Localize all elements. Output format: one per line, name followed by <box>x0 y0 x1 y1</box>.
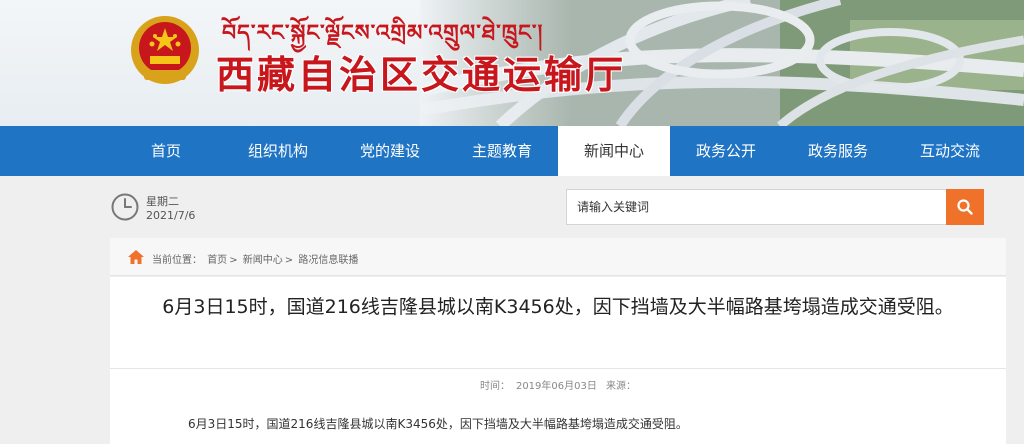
nav-item-theme-education[interactable]: 主题教育 <box>446 126 558 176</box>
site-name-tibetan: བོད་རང་སྐྱོང་ལྗོངས་འགྲིམ་འགྲུལ་ཐེ་ཁྲུང་། <box>222 20 544 46</box>
source-label: 来源： <box>606 381 637 392</box>
article: 6月3日15时，国道216线吉隆县城以南K3456处，因下挡墙及大半幅路基垮塌造… <box>110 277 1006 444</box>
main-nav: 首页 组织机构 党的建设 主题教育 新闻中心 政务公开 政务服务 互动交流 <box>0 126 1024 176</box>
nav-item-gov-services[interactable]: 政务服务 <box>782 126 894 176</box>
search-box <box>566 189 984 225</box>
site-name: 西藏自治区交通运输厅 <box>216 52 627 97</box>
publish-time-value: 2019年06月03日 <box>515 381 597 392</box>
nav-item-news-center[interactable]: 新闻中心 <box>558 126 670 176</box>
nav-item-party-building[interactable]: 党的建设 <box>334 126 446 176</box>
nav-item-gov-affairs-open[interactable]: 政务公开 <box>670 126 782 176</box>
nav-item-interaction[interactable]: 互动交流 <box>894 126 1006 176</box>
search-button[interactable] <box>946 189 984 225</box>
article-title: 6月3日15时，国道216线吉隆县城以南K3456处，因下挡墙及大半幅路基垮塌造… <box>162 296 954 318</box>
publish-time-label: 时间： <box>479 381 510 392</box>
info-bar: 星期二 2021/7/6 <box>0 176 1024 238</box>
national-emblem-logo <box>131 16 199 84</box>
breadcrumb-separator: > <box>229 255 238 266</box>
breadcrumb-link-home[interactable]: 首页 <box>207 255 227 266</box>
nav-item-organization[interactable]: 组织机构 <box>222 126 334 176</box>
breadcrumb-prefix: 当前位置： <box>152 255 202 266</box>
breadcrumb: 当前位置： 首页 > 新闻中心 > 路况信息联播 <box>110 238 1006 276</box>
breadcrumb-link-news-center[interactable]: 新闻中心 <box>243 255 283 266</box>
date-label: 2021/7/6 <box>146 209 196 222</box>
header-banner: བོད་རང་སྐྱོང་ལྗོངས་འགྲིམ་འགྲུལ་ཐེ་ཁྲུང་།… <box>0 0 1024 126</box>
search-icon <box>957 199 973 215</box>
weekday-label: 星期二 <box>146 195 179 208</box>
search-input[interactable] <box>567 190 947 224</box>
article-body: 6月3日15时，国道216线吉隆县城以南K3456处，因下挡墙及大半幅路基垮塌造… <box>188 417 688 431</box>
clock-icon <box>111 193 139 221</box>
article-meta: 时间： 2019年06月03日 来源： <box>110 377 1006 392</box>
home-icon <box>128 250 144 264</box>
breadcrumb-separator: > <box>284 255 294 266</box>
breadcrumb-link-road-info[interactable]: 路况信息联播 <box>298 255 358 266</box>
nav-item-home[interactable]: 首页 <box>110 126 222 176</box>
divider <box>110 368 1006 369</box>
